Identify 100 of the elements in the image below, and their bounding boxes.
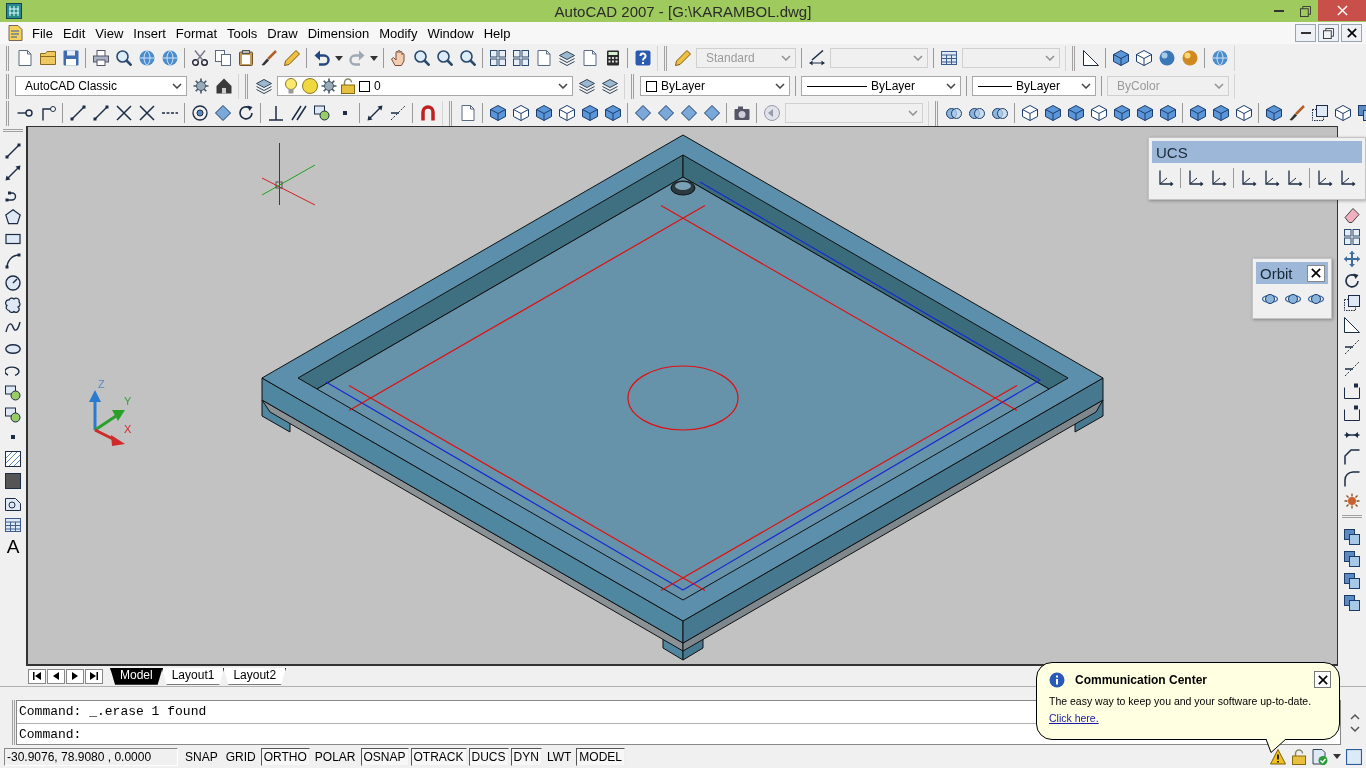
calculator-icon[interactable]: [604, 50, 621, 66]
magnifier-icon[interactable]: [459, 50, 476, 66]
eraser-icon[interactable]: [1344, 207, 1360, 223]
scissors-icon[interactable]: [191, 50, 208, 66]
orbit-icon[interactable]: [1284, 291, 1301, 307]
previous-icon[interactable]: [53, 672, 59, 680]
stacked-squares-icon[interactable]: [1344, 529, 1360, 545]
burst-icon[interactable]: [1344, 493, 1360, 509]
menu-item[interactable]: File: [27, 25, 58, 41]
cube-icon[interactable]: [1212, 105, 1229, 121]
diamond-icon[interactable]: [703, 105, 720, 121]
status-toggle-button[interactable]: OTRACK: [410, 747, 467, 766]
cross-icon[interactable]: [138, 105, 155, 121]
cube-outline-icon[interactable]: [558, 105, 575, 121]
layout-tab[interactable]: Layout2: [223, 667, 287, 685]
color-swatch-icon[interactable]: [359, 80, 370, 92]
cube-icon[interactable]: [581, 105, 598, 121]
cube-icon[interactable]: [535, 105, 552, 121]
cube-outline-icon[interactable]: [1235, 105, 1252, 121]
menu-item[interactable]: Help: [478, 25, 516, 41]
minimize-button[interactable]: [1295, 24, 1316, 42]
cube-outline-icon[interactable]: [1135, 50, 1152, 66]
diamond-icon[interactable]: [657, 105, 674, 121]
perpendicular-icon[interactable]: [267, 105, 284, 121]
slash-line-icon[interactable]: [1344, 361, 1360, 377]
status-toggle-button[interactable]: ORTHO: [260, 747, 310, 766]
caret-icon[interactable]: [335, 55, 343, 61]
chevron-down-icon[interactable]: [172, 83, 182, 89]
brush-icon[interactable]: [260, 50, 277, 66]
slash-line-icon[interactable]: [1344, 339, 1360, 355]
diamond-icon[interactable]: [680, 105, 697, 121]
table-icon[interactable]: [940, 50, 957, 66]
wave-icon[interactable]: [5, 319, 21, 335]
color-swatch-icon[interactable]: [646, 80, 657, 92]
magnifier-icon[interactable]: [115, 50, 132, 66]
hatch-icon[interactable]: [5, 451, 21, 467]
globe-icon[interactable]: [1211, 50, 1228, 66]
text-tool-button[interactable]: A: [3, 536, 23, 558]
grid-icon[interactable]: [512, 50, 529, 66]
cube-icon[interactable]: [1112, 50, 1129, 66]
axes-icon[interactable]: [1316, 170, 1333, 186]
magnifier-icon[interactable]: [436, 50, 453, 66]
tab-scroll-button[interactable]: [47, 668, 65, 684]
axes-icon[interactable]: [1339, 170, 1356, 186]
next-icon[interactable]: [72, 672, 78, 680]
help-icon[interactable]: [634, 50, 651, 66]
cube-outline-icon[interactable]: [1090, 105, 1107, 121]
rings-icon[interactable]: [968, 107, 985, 119]
close-icon[interactable]: [1311, 268, 1321, 278]
menu-item[interactable]: View: [90, 25, 129, 41]
restore-icon[interactable]: [1299, 5, 1311, 17]
axes-icon[interactable]: [1240, 170, 1257, 186]
cube-outline-icon[interactable]: [1334, 105, 1351, 121]
first-icon[interactable]: [33, 672, 41, 680]
status-toggle-button[interactable]: DUCS: [468, 747, 509, 766]
bulb-icon[interactable]: [283, 78, 299, 94]
rings-icon[interactable]: [991, 107, 1008, 119]
disc-icon[interactable]: [302, 78, 318, 94]
cube-icon[interactable]: [1044, 105, 1061, 121]
status-toggle-button[interactable]: MODEL: [576, 747, 626, 766]
warning-icon[interactable]: [1270, 748, 1286, 765]
shapes-icon[interactable]: [5, 385, 21, 401]
brush-icon[interactable]: [1288, 105, 1305, 121]
floating-toolbar[interactable]: Orbit: [1252, 258, 1332, 319]
rounded-corner-icon[interactable]: [1344, 471, 1360, 487]
line-sample-icon[interactable]: [807, 85, 867, 87]
folder-icon[interactable]: [39, 50, 56, 66]
rectangle-icon[interactable]: [5, 231, 21, 247]
caret-icon[interactable]: [1333, 754, 1341, 759]
layout-tab[interactable]: Layout1: [161, 667, 225, 685]
dropdown[interactable]: AutoCAD Classic: [15, 76, 187, 96]
axes-icon[interactable]: [1157, 170, 1174, 186]
layout-tab[interactable]: Model: [110, 667, 163, 685]
toolbar-title-bar[interactable]: UCS: [1152, 141, 1362, 163]
rotate-icon[interactable]: [237, 105, 254, 121]
squares-icon[interactable]: [1344, 295, 1360, 311]
status-toggle-button[interactable]: OSNAP: [360, 747, 409, 766]
chevron-down-icon[interactable]: [558, 83, 568, 89]
diamond-icon[interactable]: [214, 105, 231, 121]
menu-item[interactable]: Insert: [128, 25, 171, 41]
line-icon[interactable]: [69, 105, 86, 121]
corner-dot-icon[interactable]: [39, 105, 56, 121]
dropdown[interactable]: 0: [277, 76, 573, 96]
orbit-icon[interactable]: [1261, 291, 1278, 307]
layers-icon[interactable]: [255, 78, 272, 94]
chevron-down-icon[interactable]: [946, 83, 956, 89]
hand-icon[interactable]: [390, 50, 407, 66]
open-box-icon[interactable]: [1344, 383, 1360, 399]
cube-icon[interactable]: [489, 105, 506, 121]
close-icon[interactable]: [1346, 28, 1357, 38]
dashed-line-icon[interactable]: [161, 111, 178, 115]
table-icon[interactable]: [5, 517, 21, 533]
page-icon[interactable]: [16, 50, 33, 66]
arc-icon[interactable]: [5, 253, 21, 269]
minimize-icon[interactable]: [1300, 32, 1311, 34]
node-line-icon[interactable]: [16, 109, 33, 117]
undo-icon[interactable]: [313, 50, 330, 66]
page-check-icon[interactable]: [1312, 748, 1328, 765]
cube-icon[interactable]: [1113, 105, 1130, 121]
open-box-icon[interactable]: [1344, 405, 1360, 421]
